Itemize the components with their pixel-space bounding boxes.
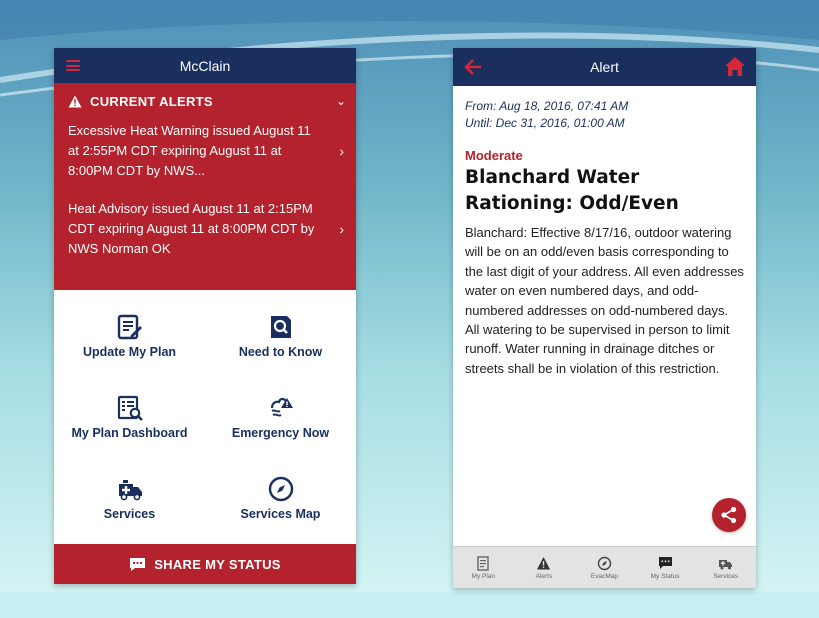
tab-my-status[interactable]: My Status: [635, 547, 696, 588]
storm-alert-icon: [270, 397, 293, 417]
home-header: McClain: [54, 48, 356, 83]
tab-label: Services: [713, 572, 739, 580]
share-my-status-button[interactable]: SHARE MY STATUS: [54, 544, 356, 584]
warning-icon: [68, 95, 82, 107]
alert-triangle-icon: [537, 556, 551, 569]
alert-content: From: Aug 18, 2016, 07:41 AM Until: Dec …: [453, 86, 756, 378]
services-map-button[interactable]: Services Map: [205, 458, 356, 538]
alert-body-text: Blanchard: Effective 8/17/16, outdoor wa…: [465, 225, 744, 376]
menu-grid: Update My Plan Need to Know My Plan Dash…: [54, 290, 356, 538]
tile-label: Need to Know: [238, 345, 323, 359]
tab-evacmap[interactable]: EvacMap: [574, 547, 635, 588]
tab-services[interactable]: Services: [695, 547, 756, 588]
alert-item-text: Excessive Heat Warning issued August 11 …: [68, 123, 311, 178]
tab-alerts[interactable]: Alerts: [514, 547, 575, 588]
checklist-edit-icon: [117, 314, 142, 340]
tab-label: My Status: [650, 572, 680, 580]
bottom-tab-bar: My Plan Alerts EvacMap My Status Service…: [453, 546, 756, 588]
share-button[interactable]: [712, 498, 746, 532]
alert-title: Blanchard Water Rationing: Odd/Even: [465, 167, 679, 214]
update-my-plan-button[interactable]: Update My Plan: [54, 296, 205, 376]
share-my-status-label: SHARE MY STATUS: [154, 556, 281, 572]
home-screen: McClain CURRENT ALERTS ⌄ Excessive Heat …: [54, 48, 356, 584]
need-to-know-button[interactable]: Need to Know: [205, 296, 356, 376]
tab-label: EvacMap: [590, 572, 619, 580]
alert-item[interactable]: Heat Advisory issued August 11 at 2:15PM…: [54, 199, 356, 259]
chevron-right-icon: ›: [339, 221, 344, 237]
alert-from: From: Aug 18, 2016, 07:41 AM: [465, 99, 629, 113]
tile-label: Services: [103, 507, 156, 521]
alert-item[interactable]: Excessive Heat Warning issued August 11 …: [54, 121, 356, 191]
chat-bubble-icon: [658, 556, 672, 569]
alert-dates: From: Aug 18, 2016, 07:41 AM Until: Dec …: [465, 98, 744, 132]
chevron-down-icon[interactable]: ⌄: [336, 94, 346, 108]
current-alerts-header[interactable]: CURRENT ALERTS ⌄: [54, 83, 356, 119]
alert-severity: Moderate: [465, 148, 523, 163]
ambulance-icon: [719, 559, 733, 569]
alert-detail-screen: Alert From: Aug 18, 2016, 07:41 AM Until…: [453, 48, 756, 588]
services-button[interactable]: Services: [54, 458, 205, 538]
ambulance-icon: [118, 480, 142, 501]
tab-label: My Plan: [471, 572, 496, 580]
home-icon[interactable]: [724, 56, 746, 77]
tab-my-plan[interactable]: My Plan: [453, 547, 514, 588]
emergency-now-button[interactable]: Emergency Now: [205, 376, 356, 458]
document-search-icon: [270, 316, 291, 338]
alert-screen-title: Alert: [590, 59, 619, 75]
tile-label: Emergency Now: [231, 426, 330, 440]
share-icon: [721, 506, 737, 524]
dashboard-search-icon: [117, 395, 143, 421]
alert-item-text: Heat Advisory issued August 11 at 2:15PM…: [68, 201, 315, 256]
alert-header: Alert: [453, 48, 756, 86]
compass-icon: [597, 556, 612, 570]
compass-icon: [268, 476, 293, 502]
chat-bubble-icon: [130, 557, 146, 571]
tile-label: My Plan Dashboard: [71, 426, 188, 440]
tile-label: Services Map: [240, 507, 321, 521]
county-title: McClain: [179, 57, 231, 74]
plan-icon: [477, 555, 489, 571]
alert-until: Until: Dec 31, 2016, 01:00 AM: [465, 116, 625, 130]
current-alerts-panel: CURRENT ALERTS ⌄ Excessive Heat Warning …: [54, 83, 356, 290]
tile-label: Update My Plan: [82, 345, 177, 359]
back-arrow-icon[interactable]: [463, 57, 483, 77]
my-plan-dashboard-button[interactable]: My Plan Dashboard: [54, 376, 205, 458]
current-alerts-title: CURRENT ALERTS: [90, 93, 213, 109]
tab-label: Alerts: [535, 572, 553, 580]
background-strip: [0, 592, 819, 618]
hamburger-icon[interactable]: [66, 60, 80, 71]
chevron-right-icon: ›: [339, 143, 344, 159]
